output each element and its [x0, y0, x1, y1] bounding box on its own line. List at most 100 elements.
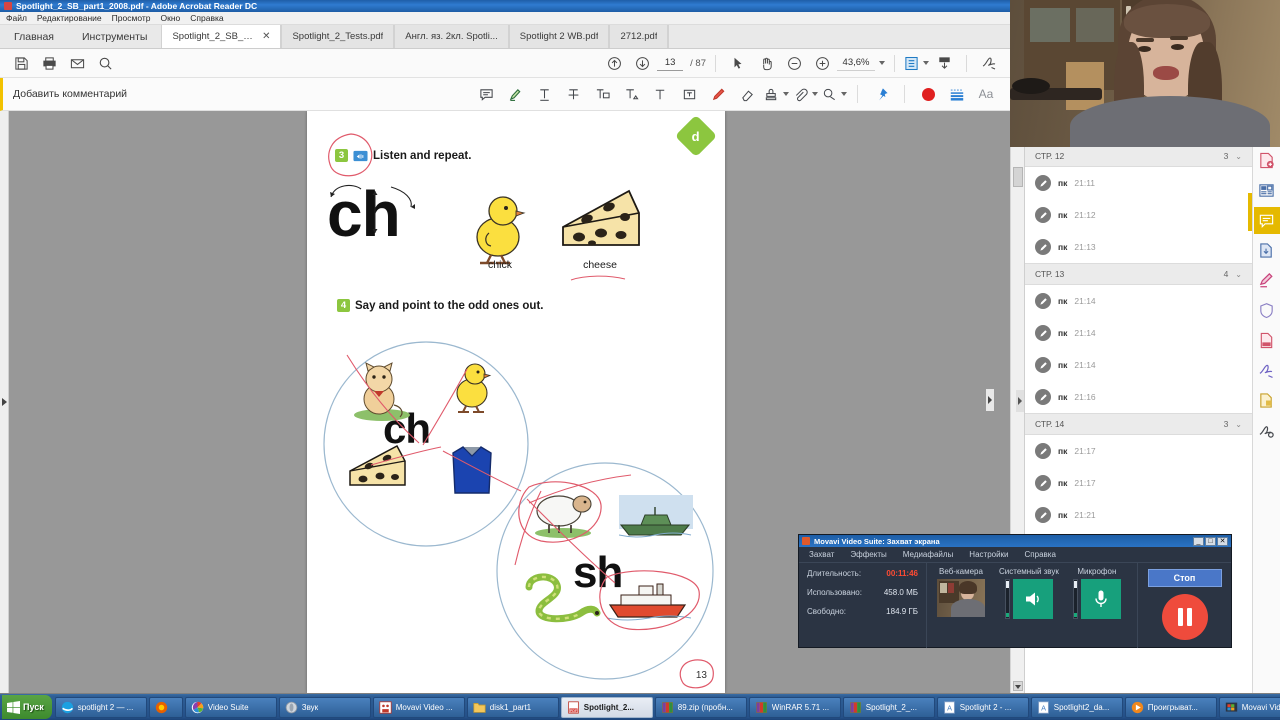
highlight-icon[interactable] — [501, 81, 529, 107]
movavi-menu-capture[interactable]: Захват — [809, 550, 834, 559]
print-icon[interactable] — [36, 51, 62, 75]
stamp-icon[interactable] — [762, 81, 790, 107]
tab-tools[interactable]: Инструменты — [68, 25, 161, 48]
scrollbar-down-button[interactable] — [1013, 681, 1023, 691]
email-icon[interactable] — [64, 51, 90, 75]
menu-window[interactable]: Окно — [161, 13, 181, 23]
taskbar-item-firefox[interactable] — [148, 696, 183, 718]
taskbar-item-acrobat[interactable]: PDF Spotlight_2... — [560, 696, 653, 718]
movavi-menu-settings[interactable]: Настройки — [969, 550, 1008, 559]
movavi-menu-media[interactable]: Медиафайлы — [903, 550, 954, 559]
comment-group-header[interactable]: СТР. 12 3 ⌄ — [1025, 145, 1252, 167]
chevron-down-icon[interactable]: ⌄ — [1235, 270, 1242, 279]
cursor-arrow-icon[interactable] — [725, 51, 751, 75]
doc-tab-0[interactable]: Spotlight_2_SB_par... ✕ — [161, 25, 282, 48]
page-number-input[interactable]: 13 — [657, 56, 684, 71]
taskbar-item-zip[interactable]: 89.zip (пробн... — [654, 696, 747, 718]
comment-list-item[interactable]: пк 21:12 — [1025, 199, 1252, 231]
comment-list-item[interactable]: пк 21:14 — [1025, 285, 1252, 317]
comment-list-item[interactable]: пк 21:17 — [1025, 467, 1252, 499]
taskbar-item-movavi-suite[interactable]: Movavi Video ... — [1218, 696, 1280, 718]
zoom-level-selector[interactable]: 43,6% — [837, 56, 885, 71]
movavi-capture-window[interactable]: Movavi Video Suite: Захват экрана _ □ ✕ … — [798, 534, 1232, 648]
zoom-out-icon[interactable] — [781, 51, 807, 75]
sign-icon[interactable] — [976, 51, 1002, 75]
strikethrough-text-icon[interactable] — [559, 81, 587, 107]
menu-edit[interactable]: Редактирование — [37, 13, 102, 23]
pdf-page[interactable]: d 3 Listen and repeat. ch chick cheese 4… — [307, 111, 725, 693]
taskbar-item-winrar-2[interactable]: Spotlight_2_... — [842, 696, 935, 718]
comment-group-header[interactable]: СТР. 14 3 ⌄ — [1025, 413, 1252, 435]
save-icon[interactable] — [8, 51, 34, 75]
add-note-icon[interactable] — [646, 81, 674, 107]
color-swatch[interactable] — [914, 81, 942, 107]
text-box-icon[interactable] — [675, 81, 703, 107]
underline-text-icon[interactable] — [530, 81, 558, 107]
compress-pdf-icon[interactable] — [1254, 237, 1280, 264]
fill-and-sign-icon[interactable] — [1254, 267, 1280, 294]
scroll-mode-icon[interactable] — [931, 51, 957, 75]
arrow-down-circle-icon[interactable] — [629, 51, 655, 75]
edit-pdf-icon[interactable] — [1254, 387, 1280, 414]
taskbar-item-word-2[interactable]: A Spotlight2_da... — [1030, 696, 1123, 718]
arrow-up-circle-icon[interactable] — [601, 51, 627, 75]
zoom-in-icon[interactable] — [809, 51, 835, 75]
request-signature-icon[interactable] — [1254, 357, 1280, 384]
shapes-icon[interactable] — [820, 81, 848, 107]
pin-icon[interactable] — [867, 81, 895, 107]
start-button[interactable]: Пуск — [2, 695, 52, 719]
tab-home[interactable]: Главная — [0, 25, 68, 48]
insert-text-icon[interactable] — [617, 81, 645, 107]
minimize-button[interactable]: _ — [1193, 536, 1204, 546]
eraser-icon[interactable] — [733, 81, 761, 107]
comment-list-item[interactable]: пк 21:11 — [1025, 167, 1252, 199]
close-icon[interactable]: ✕ — [262, 31, 270, 42]
scrollbar-thumb[interactable] — [1013, 167, 1023, 187]
taskbar-item-movavi-video[interactable]: Movavi Video ... — [372, 696, 465, 718]
right-panel-toggle[interactable] — [986, 389, 994, 411]
taskbar-item-ie[interactable]: spotlight 2 — ... — [54, 696, 147, 718]
sticky-note-icon[interactable] — [472, 81, 500, 107]
stop-button[interactable]: Стоп — [1147, 569, 1222, 587]
menu-file[interactable]: Файл — [6, 13, 27, 23]
doc-tab-4[interactable]: 2712.pdf — [609, 25, 669, 48]
protect-icon[interactable] — [1254, 297, 1280, 324]
doc-tab-1[interactable]: Spotlight_2_Tests.pdf — [281, 25, 395, 48]
more-tools-icon[interactable] — [1254, 417, 1280, 444]
comment-list-item[interactable]: пк 21:16 — [1025, 381, 1252, 413]
export-pdf-icon[interactable] — [1254, 147, 1280, 174]
hand-icon[interactable] — [753, 51, 779, 75]
doc-tab-2[interactable]: Англ. яз. 2кл. Spotli... — [394, 25, 509, 48]
doc-tab-3[interactable]: Spotlight 2 WB.pdf — [508, 25, 610, 48]
speaker-icon[interactable] — [1012, 579, 1053, 619]
taskbar-item-video-suite[interactable]: Video Suite — [184, 696, 277, 718]
menu-help[interactable]: Справка — [190, 13, 223, 23]
microphone-icon[interactable] — [1080, 579, 1121, 619]
comment-group-header[interactable]: СТР. 13 4 ⌄ — [1025, 263, 1252, 285]
movavi-menu-help[interactable]: Справка — [1025, 550, 1056, 559]
comment-list-item[interactable]: пк 21:14 — [1025, 317, 1252, 349]
maximize-button[interactable]: □ — [1205, 536, 1216, 546]
search-icon[interactable] — [92, 51, 118, 75]
replace-text-icon[interactable] — [588, 81, 616, 107]
font-size-icon[interactable]: Aa — [972, 81, 1000, 107]
taskbar-item-word[interactable]: A Spotlight 2 - ... — [936, 696, 1029, 718]
organize-pages-icon[interactable] — [1254, 177, 1280, 204]
line-thickness-icon[interactable] — [943, 81, 971, 107]
create-pdf-icon[interactable] — [1254, 327, 1280, 354]
fit-page-icon[interactable] — [904, 56, 929, 71]
pencil-icon[interactable] — [704, 81, 732, 107]
device-microphone[interactable]: Микрофон — [1072, 567, 1121, 648]
comment-icon[interactable] — [1253, 207, 1280, 234]
taskbar-item-sound[interactable]: Звук — [278, 696, 371, 718]
device-webcam[interactable]: Веб-камера — [937, 567, 985, 648]
movavi-menu-effects[interactable]: Эффекты — [850, 550, 886, 559]
taskbar-item-winrar[interactable]: WinRAR 5.71 ... — [748, 696, 841, 718]
left-panel-toggle[interactable] — [0, 111, 9, 693]
comment-list-item[interactable]: пк 21:17 — [1025, 435, 1252, 467]
close-button[interactable]: ✕ — [1217, 536, 1228, 546]
comment-list-item[interactable]: пк 21:21 — [1025, 499, 1252, 531]
attach-icon[interactable] — [791, 81, 819, 107]
comments-panel-toggle[interactable] — [1016, 390, 1024, 412]
chevron-down-icon[interactable]: ⌄ — [1235, 420, 1242, 429]
